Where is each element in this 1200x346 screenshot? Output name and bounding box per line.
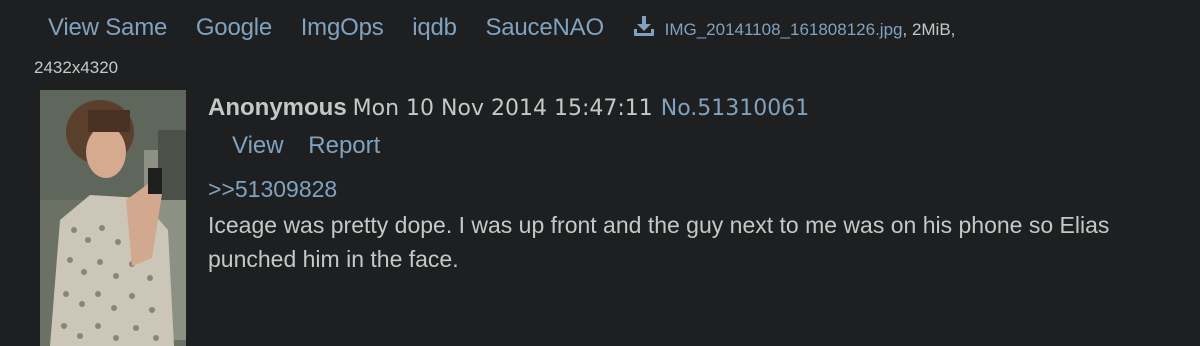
post-message: Iceage was pretty dope. I was up front a…: [208, 212, 1110, 272]
view-link[interactable]: View: [232, 132, 284, 159]
google-link[interactable]: Google: [196, 14, 272, 41]
file-size: , 2MiB,: [902, 20, 956, 39]
file-info-bar: View Same Google ImgOps iqdb SauceNAO IM…: [0, 0, 1200, 88]
post-thumbnail[interactable]: [40, 90, 186, 346]
post-number[interactable]: No.51310061: [661, 96, 810, 121]
post-datetime: Mon 10 Nov 2014 15:47:11: [352, 96, 653, 121]
iqdb-link[interactable]: iqdb: [412, 14, 457, 41]
poster-name: Anonymous: [208, 94, 347, 121]
post-header: Anonymous Mon 10 Nov 2014 15:47:11 No.5131…: [208, 90, 1180, 127]
file-dimensions: 2432x4320: [34, 58, 119, 77]
imgops-link[interactable]: ImgOps: [301, 14, 384, 41]
saucenao-link[interactable]: SauceNAO: [485, 14, 604, 41]
download-icon[interactable]: [633, 14, 655, 38]
report-link[interactable]: Report: [308, 132, 380, 159]
file-name-link[interactable]: IMG_20141108_161808126.jpg: [665, 20, 903, 39]
file-tools-line: View Same Google ImgOps iqdb SauceNAO IM…: [48, 12, 955, 46]
thumbnail-image: [40, 90, 186, 346]
post-actions: View Report: [232, 130, 1180, 162]
view-same-link[interactable]: View Same: [48, 14, 167, 41]
post-container: Anonymous Mon 10 Nov 2014 15:47:11 No.5131…: [208, 90, 1180, 276]
quote-link[interactable]: >>51309828: [208, 174, 1180, 204]
